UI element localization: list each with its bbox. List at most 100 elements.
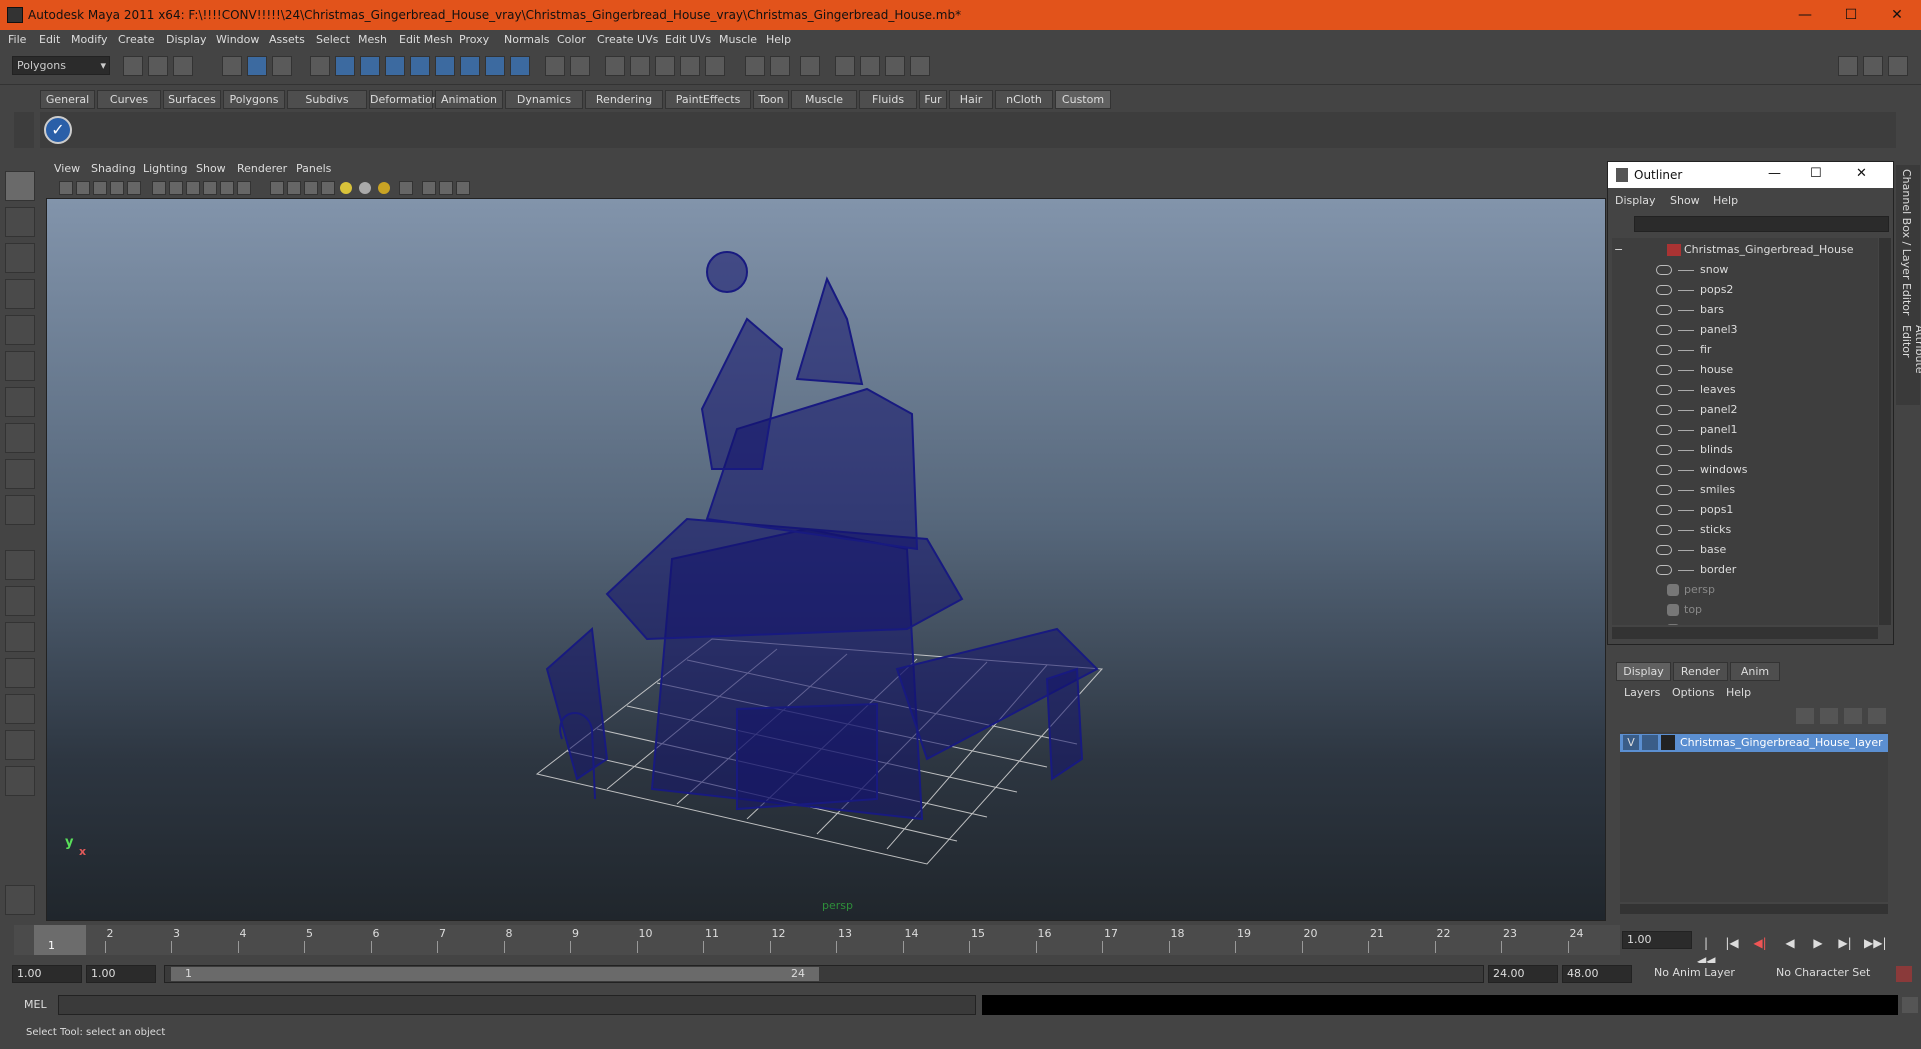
range-slider[interactable]: 1 24 [164,965,1484,983]
snap-point-icon[interactable] [655,56,675,76]
highlight-selection-icon[interactable] [570,56,590,76]
character-set-select[interactable]: No Character Set [1772,965,1882,983]
outliner-item-fir[interactable]: fir [1612,340,1878,360]
viewport-menu-panels[interactable]: Panels [296,162,331,175]
shadows-icon[interactable] [378,182,390,194]
shelf-tab-ncloth[interactable]: nCloth [995,90,1053,109]
default-light-icon[interactable] [340,182,352,194]
shelf-tab-curves[interactable]: Curves [97,90,161,109]
menu-mesh[interactable]: Mesh [358,33,387,46]
show-channel-box-icon[interactable] [1888,56,1908,76]
collapse-toggle-icon[interactable]: − [1614,240,1623,260]
outliner-menu-display[interactable]: Display [1615,194,1656,207]
outliner-item-bars[interactable]: bars [1612,300,1878,320]
outliner-close-button[interactable]: ✕ [1856,166,1867,181]
shelf-tab-rendering[interactable]: Rendering [585,90,663,109]
isolate-select-icon[interactable] [399,181,413,195]
perspective-viewport[interactable]: y x persp [46,198,1606,921]
script-editor-icon[interactable] [1902,997,1918,1013]
menu-proxy[interactable]: Proxy [459,33,489,46]
output-ops-icon[interactable] [770,56,790,76]
new-scene-icon[interactable] [123,56,143,76]
resolution-gate-icon[interactable] [186,181,200,195]
menu-help[interactable]: Help [766,33,791,46]
paint-select-tool-icon[interactable] [5,243,35,273]
camera-select-icon[interactable] [59,181,73,195]
outliner-horizontal-scrollbar[interactable] [1612,627,1878,639]
select-object-icon[interactable] [247,56,267,76]
menu-edit-mesh[interactable]: Edit Mesh [399,33,453,46]
viewport-menu-show[interactable]: Show [196,162,226,175]
viewport-menu-lighting[interactable]: Lighting [143,162,187,175]
open-scene-icon[interactable] [148,56,168,76]
maximize-button[interactable]: ☐ [1836,5,1866,25]
outliner-item-windows[interactable]: windows [1612,460,1878,480]
select-handles-icon[interactable] [335,56,355,76]
grid-icon[interactable] [152,181,166,195]
quick-layout-icon[interactable] [5,885,35,915]
outliner-root-row[interactable]: − Christmas_Gingerbread_House [1612,240,1878,260]
construction-history-icon[interactable] [800,56,820,76]
current-time-marker[interactable]: 1 [34,925,86,955]
playback-end-field[interactable]: 24.00 [1488,965,1558,983]
render-view-icon[interactable] [835,56,855,76]
outliner-item-pops2[interactable]: pops2 [1612,280,1878,300]
menu-normals[interactable]: Normals [504,33,550,46]
render-frame-icon[interactable] [860,56,880,76]
menu-create-uvs[interactable]: Create UVs [597,33,658,46]
viewport-menu-renderer[interactable]: Renderer [237,162,287,175]
shelf-menu-handle[interactable] [14,112,34,148]
outliner-item-base[interactable]: base [1612,540,1878,560]
step-forward-key-button[interactable]: ▶| [1836,934,1854,952]
current-time-field[interactable]: 1.00 [1622,931,1692,949]
menu-display[interactable]: Display [166,33,207,46]
outliner-item-border[interactable]: border [1612,560,1878,580]
outliner-filter-input[interactable] [1634,216,1889,232]
shelf-tab-dynamics[interactable]: Dynamics [505,90,583,109]
layer-horizontal-scrollbar[interactable] [1620,904,1888,914]
snap-grid-icon[interactable] [605,56,625,76]
layer-menu-options[interactable]: Options [1672,686,1714,699]
save-scene-icon[interactable] [173,56,193,76]
ipr-render-icon[interactable] [885,56,905,76]
show-manipulator-icon[interactable] [5,459,35,489]
menu-muscle[interactable]: Muscle [719,33,757,46]
persp-graph-layout-icon[interactable] [5,658,35,688]
smooth-shade-icon[interactable] [287,181,301,195]
layer-menu-help[interactable]: Help [1726,686,1751,699]
layer-tab-anim[interactable]: Anim [1730,662,1780,681]
outliner-menu-help[interactable]: Help [1713,194,1738,207]
bookmark-icon[interactable] [93,181,107,195]
outliner-item-smiles[interactable]: smiles [1612,480,1878,500]
lasso-tool-icon[interactable] [5,207,35,237]
camera-attributes-icon[interactable] [76,181,90,195]
show-attribute-editor-icon[interactable] [1838,56,1858,76]
shelf-tab-polygons[interactable]: Polygons [223,90,285,109]
new-layer-selected-icon[interactable] [1820,708,1838,724]
outliner-item-panel3[interactable]: panel3 [1612,320,1878,340]
mask-menu-icon[interactable] [310,56,330,76]
layer-menu-layers[interactable]: Layers [1624,686,1660,699]
outliner-item-panel2[interactable]: panel2 [1612,400,1878,420]
four-pane-layout-icon[interactable] [5,586,35,616]
command-input[interactable] [58,995,976,1015]
image-plane-icon[interactable] [110,181,124,195]
menu-assets[interactable]: Assets [269,33,305,46]
menu-create[interactable]: Create [118,33,155,46]
snap-view-plane-icon[interactable] [680,56,700,76]
xray-joints-icon[interactable] [439,181,453,195]
universal-manipulator-icon[interactable] [5,387,35,417]
scale-tool-icon[interactable] [5,351,35,381]
minimize-button[interactable]: — [1790,5,1820,25]
menu-modify[interactable]: Modify [71,33,107,46]
shelf-tab-deformation[interactable]: Deformation [369,90,439,109]
select-joints-icon[interactable] [360,56,380,76]
snap-curve-icon[interactable] [630,56,650,76]
checkmark-shelf-icon[interactable]: ✓ [44,116,72,144]
shelf-tab-surfaces[interactable]: Surfaces [163,90,221,109]
outliner-item-snow[interactable]: snow [1612,260,1878,280]
outliner-item-house[interactable]: house [1612,360,1878,380]
time-slider[interactable]: 123456789101112131415161718192021222324 … [14,925,1620,955]
shelf-tab-fur[interactable]: Fur [919,90,947,109]
shelf-tab-toon[interactable]: Toon [753,90,789,109]
